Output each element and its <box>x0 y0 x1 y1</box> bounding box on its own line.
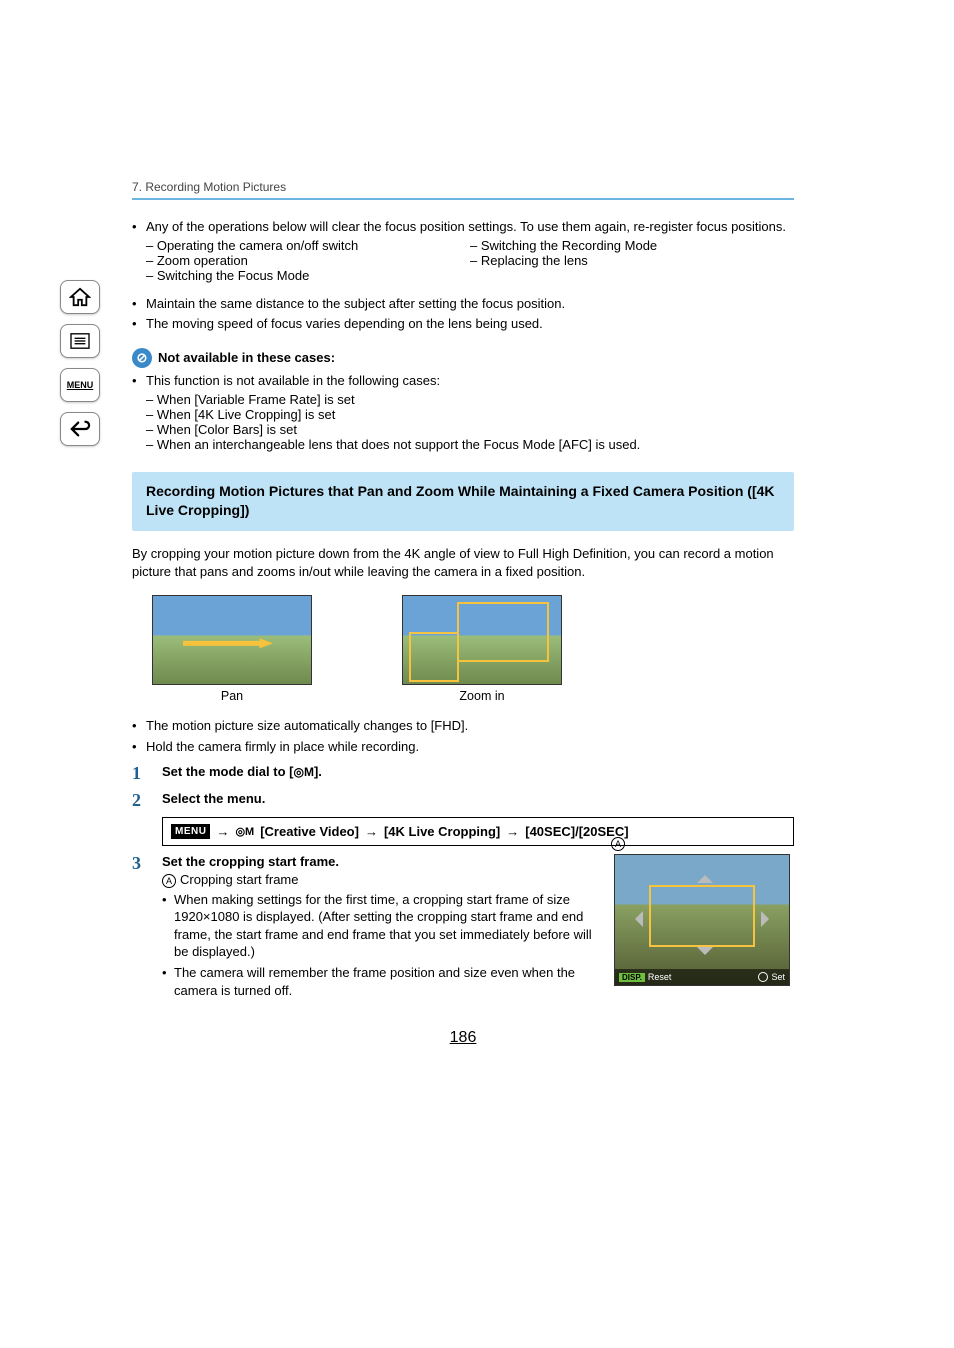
breadcrumb: 7. Recording Motion Pictures <box>132 180 794 200</box>
set-label: Set <box>771 972 785 982</box>
na-lead-text: This function is not available in the fo… <box>146 372 440 390</box>
post-bullet: •The motion picture size automatically c… <box>132 717 794 735</box>
menu-item: [4K Live Cropping] <box>384 824 500 839</box>
na-item: When [Variable Frame Rate] is set <box>146 392 794 407</box>
na-item: When an interchangeable lens that does n… <box>146 437 794 452</box>
note-row: •The moving speed of focus varies depend… <box>132 315 794 333</box>
menu-path: MENU → ◎M [Creative Video] → [4K Live Cr… <box>162 817 794 846</box>
zoom-caption: Zoom in <box>402 689 562 703</box>
menu-badge: MENU <box>171 824 210 839</box>
set-icon <box>758 972 768 982</box>
clear-op: Zoom operation <box>146 253 470 268</box>
section-body: By cropping your motion picture down fro… <box>132 545 794 581</box>
step1-prefix: Set the mode dial to [ <box>162 764 293 779</box>
pan-thumbnail: Pan <box>152 595 312 703</box>
back-icon[interactable] <box>60 412 100 446</box>
clear-op: Switching the Focus Mode <box>146 268 470 283</box>
note-row: •Maintain the same distance to the subje… <box>132 295 794 313</box>
note-text: The moving speed of focus varies dependi… <box>146 315 543 333</box>
intro-bullet: •Any of the operations below will clear … <box>132 218 794 236</box>
clear-op: Operating the camera on/off switch <box>146 238 470 253</box>
sub-a-text: Cropping start frame <box>180 872 299 887</box>
intro-text: Any of the operations below will clear t… <box>146 218 786 236</box>
circ-a-icon: A <box>162 874 176 888</box>
post-text: The motion picture size automatically ch… <box>146 717 468 735</box>
post-bullet: •Hold the camera firmly in place while r… <box>132 738 794 756</box>
sub1-text: When making settings for the first time,… <box>174 891 596 961</box>
toc-icon[interactable] <box>60 324 100 358</box>
clear-op: Switching the Recording Mode <box>470 238 794 253</box>
na-item: When [Color Bars] is set <box>146 422 794 437</box>
step-number: 3 <box>132 854 150 874</box>
not-available-icon: ⊘ <box>132 348 152 368</box>
step3-sub2: •The camera will remember the frame posi… <box>162 964 596 999</box>
creative-video-icon: ◎M <box>235 825 254 838</box>
step3-sub-a: A Cropping start frame <box>162 872 596 888</box>
reset-label: Reset <box>648 972 672 982</box>
zoom-thumbnail: Zoom in <box>402 595 562 703</box>
step2-label: Select the menu. <box>162 791 265 806</box>
step3-sub1: •When making settings for the first time… <box>162 891 596 961</box>
page-number[interactable]: 186 <box>132 1029 794 1047</box>
menu-button[interactable]: MENU <box>60 368 100 402</box>
post-text: Hold the camera firmly in place while re… <box>146 738 419 756</box>
section-title: Recording Motion Pictures that Pan and Z… <box>132 472 794 531</box>
na-item: When [4K Live Cropping] is set <box>146 407 794 422</box>
note-text: Maintain the same distance to the subjec… <box>146 295 565 313</box>
step1-label: Set the mode dial to [◎M]. <box>162 764 322 779</box>
home-icon[interactable] <box>60 280 100 314</box>
menu-group: [Creative Video] <box>260 824 359 839</box>
disp-badge: DISP. <box>619 973 645 982</box>
step3-label: Set the cropping start frame. <box>162 854 596 869</box>
step-number: 2 <box>132 791 150 811</box>
a-marker-icon: A <box>611 837 625 851</box>
step1-suffix: ]. <box>314 764 322 779</box>
movie-m-icon: ◎M <box>293 765 313 779</box>
not-available-lead: •This function is not available in the f… <box>132 372 794 390</box>
cropping-preview: A DISP. Reset <box>614 854 790 986</box>
not-available-title: Not available in these cases: <box>158 350 335 365</box>
pan-caption: Pan <box>152 689 312 703</box>
sub2-text: The camera will remember the frame posit… <box>174 964 596 999</box>
clear-op: Replacing the lens <box>470 253 794 268</box>
step-number: 1 <box>132 764 150 784</box>
